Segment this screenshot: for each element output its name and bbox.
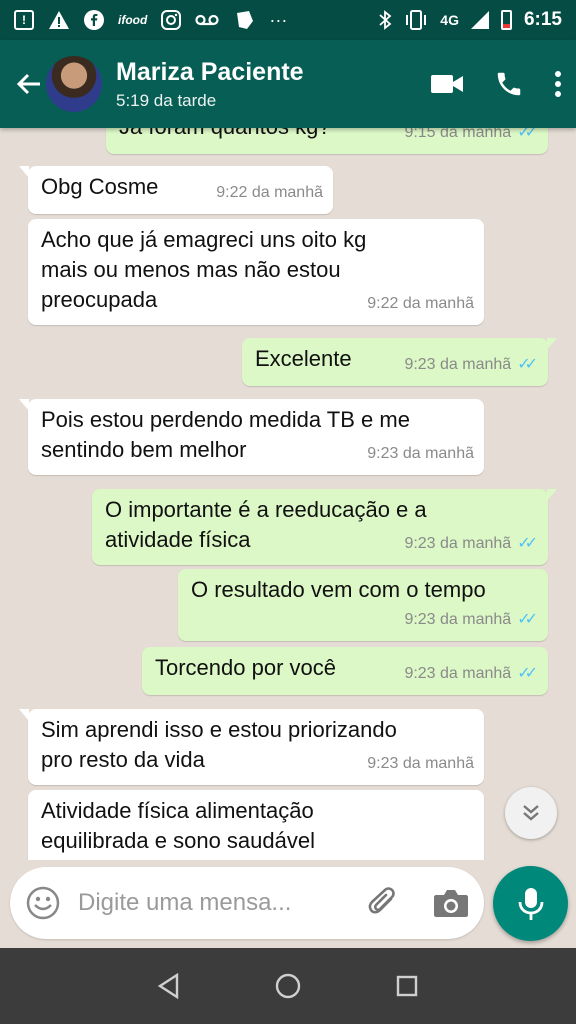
contact-info[interactable]: Mariza Paciente 5:19 da tarde — [116, 58, 304, 111]
nav-back-icon[interactable] — [149, 966, 189, 1006]
scroll-to-bottom-button[interactable] — [505, 787, 557, 839]
avatar[interactable] — [46, 56, 102, 112]
bluetooth-icon — [378, 10, 392, 30]
network-type: 4G — [440, 12, 459, 28]
emoji-icon[interactable] — [26, 886, 60, 920]
message-time: 9:23 da manhã — [404, 356, 512, 373]
app-notification-icon — [233, 9, 255, 31]
message-time: 9:23 da manhã — [404, 611, 512, 628]
message-text: Atividade física alimentação equilibrada… — [41, 798, 315, 853]
message-outgoing[interactable]: Excelente 9:23 da manhã ✓✓ — [242, 338, 557, 386]
message-outgoing[interactable]: Torcendo por você 9:23 da manhã ✓✓ — [142, 647, 548, 695]
read-ticks-icon: ✓✓ — [517, 611, 538, 628]
message-time: 9:22 da manhã — [367, 295, 474, 312]
signal-icon — [470, 11, 489, 29]
message-time: 9:23 da manhã — [367, 755, 474, 772]
camera-icon[interactable] — [432, 887, 470, 919]
battery-icon — [500, 10, 512, 30]
read-ticks-icon: ✓✓ — [517, 535, 538, 552]
message-time: 9:15 da manhã — [404, 128, 512, 141]
message-time: 9:23 da manhã — [404, 535, 512, 552]
voicemail-icon — [195, 13, 219, 27]
message-outgoing[interactable]: O importante é a reeducação e a atividad… — [92, 489, 557, 565]
message-time: 9:23 da manhã — [404, 665, 512, 682]
message-input[interactable] — [78, 889, 348, 917]
message-incoming[interactable]: Pois estou perdendo medida TB e me senti… — [19, 399, 484, 475]
vibrate-icon — [404, 10, 428, 30]
read-ticks-icon: ✓✓ — [517, 356, 538, 373]
double-chevron-down-icon — [523, 805, 539, 821]
ifood-icon: ifood — [118, 13, 148, 27]
read-ticks-icon: ✓✓ — [517, 128, 538, 141]
message-incoming[interactable]: Sim aprendi isso e estou priorizando pro… — [19, 709, 484, 785]
nav-recents-icon[interactable] — [387, 966, 427, 1006]
chat-messages: Já foram quantos kg? 9:15 da manhã✓✓ Obg… — [0, 128, 576, 860]
facebook-icon — [84, 10, 104, 30]
message-incoming[interactable]: Acho que já emagreci uns oito kg mais ou… — [28, 219, 484, 325]
message-time: 9:22 da manhã — [216, 184, 323, 201]
clock: 6:15 — [523, 9, 562, 30]
nav-home-icon[interactable] — [268, 966, 308, 1006]
message-incoming[interactable]: Atividade física alimentação equilibrada… — [28, 790, 484, 860]
video-call-icon[interactable] — [430, 73, 464, 95]
message-incoming[interactable]: Obg Cosme 9:22 da manhã — [19, 166, 333, 214]
back-arrow-icon[interactable] — [14, 69, 44, 99]
message-text: O resultado vem com o tempo — [191, 577, 486, 602]
phone-call-icon[interactable] — [494, 69, 524, 99]
microphone-icon — [518, 887, 543, 920]
contact-name: Mariza Paciente — [116, 57, 304, 86]
system-navigation-bar — [0, 948, 576, 1024]
status-bar: ! ifood ··· 4G 6:15 — [0, 0, 576, 40]
chat-header: Mariza Paciente 5:19 da tarde — [0, 40, 576, 128]
more-options-icon[interactable] — [554, 70, 562, 98]
message-composer — [10, 867, 484, 939]
last-seen: 5:19 da tarde — [116, 90, 217, 110]
message-time: 9:23 da manhã — [367, 445, 474, 462]
instagram-icon — [161, 10, 182, 30]
notification-alert-icon: ! — [14, 10, 34, 30]
message-outgoing[interactable]: O resultado vem com o tempo 9:23 da manh… — [178, 569, 548, 641]
read-ticks-icon: ✓✓ — [517, 665, 538, 682]
warning-icon — [48, 10, 70, 30]
paperclip-icon[interactable] — [366, 885, 402, 921]
voice-message-button[interactable] — [493, 866, 568, 941]
message-outgoing[interactable]: Já foram quantos kg? 9:15 da manhã✓✓ — [106, 128, 548, 154]
more-notifications-icon: ··· — [269, 10, 288, 30]
